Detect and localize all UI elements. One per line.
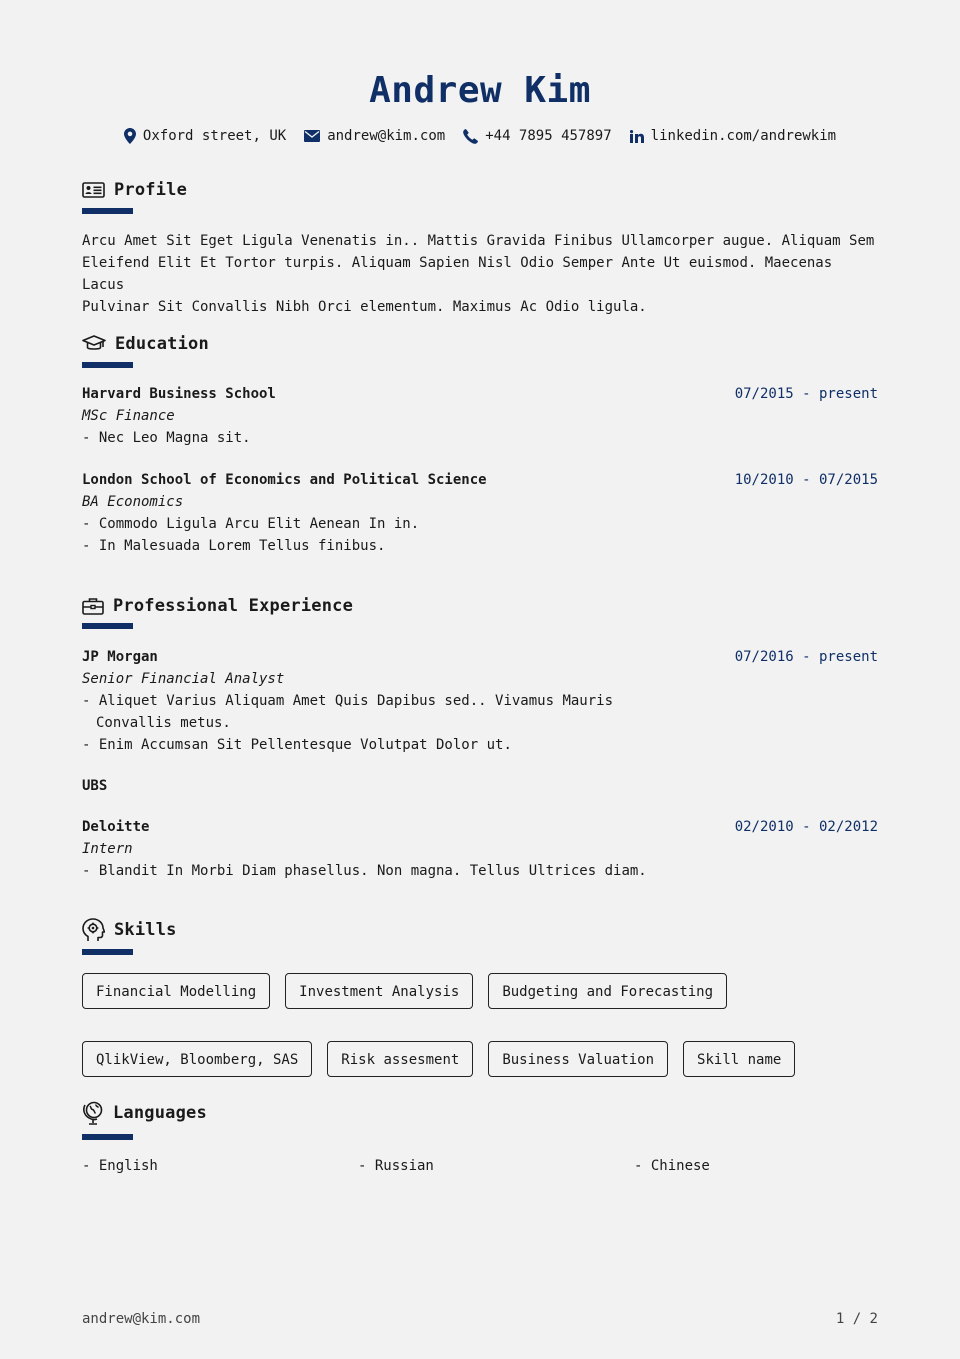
page-number: 1 / 2 [835, 1311, 878, 1327]
skill-chip: Risk assesment [327, 1041, 474, 1077]
briefcase-icon [82, 598, 104, 615]
bullet-list: Aliquet Varius Aliquam Amet Quis Dapibus… [82, 690, 878, 756]
education-section-header: Education [82, 334, 209, 354]
address-text: Oxford street, UK [142, 128, 287, 144]
degree: MSc Finance [82, 408, 175, 424]
education-entry: London School of Economics and Political… [82, 469, 878, 557]
profile-line: Arcu Amet Sit Eget Ligula Venenatis in..… [82, 233, 875, 249]
profile-section-header: Profile [82, 180, 187, 200]
education-entry: Harvard Business School 07/2015 - presen… [82, 383, 878, 449]
graduation-cap-icon [82, 335, 106, 350]
profile-text: Arcu Amet Sit Eget Ligula Venenatis in..… [82, 230, 882, 318]
bullet-item: Aliquet Varius Aliquam Amet Quis Dapibus… [82, 690, 696, 734]
skill-chip: Business Valuation [488, 1041, 669, 1077]
experience-underline [82, 623, 133, 629]
phone-icon [463, 128, 479, 144]
skill-chip: Financial Modelling [82, 973, 271, 1009]
institution-name: London School of Economics and Political… [82, 472, 487, 488]
contact-linkedin[interactable]: linkedin.com/andrewkim [629, 128, 836, 144]
contact-bar: Oxford street, UK andrew@kim.com +44 789… [0, 128, 960, 144]
languages-underline [82, 1134, 133, 1140]
bullet-list: Nec Leo Magna sit. [82, 427, 878, 449]
skills-underline [82, 949, 133, 955]
date-range: 02/2010 - 02/2012 [734, 819, 878, 835]
skill-chip: QlikView, Bloomberg, SAS [82, 1041, 313, 1077]
experience-entry: JP Morgan 07/2016 - present Senior Finan… [82, 646, 878, 756]
languages-section-header: Languages [82, 1101, 207, 1125]
contact-email[interactable]: andrew@kim.com [304, 128, 445, 144]
language-item: Chinese [634, 1155, 710, 1177]
experience-section-header: Professional Experience [82, 596, 353, 616]
languages-title: Languages [113, 1103, 207, 1123]
resume-page: Andrew Kim Oxford street, UK andrew@kim.… [0, 0, 960, 1359]
date-range: 10/2010 - 07/2015 [734, 472, 878, 488]
experience-title: Professional Experience [113, 596, 354, 616]
company-name: Deloitte [82, 819, 150, 835]
bullet-list: Blandit In Morbi Diam phasellus. Non mag… [82, 860, 878, 882]
company-name: UBS [82, 778, 108, 794]
email-text[interactable]: andrew@kim.com [327, 128, 445, 144]
language-item: English [82, 1155, 158, 1177]
skills-title: Skills [114, 920, 177, 940]
footer-email: andrew@kim.com [82, 1311, 201, 1327]
bullet-item: Enim Accumsan Sit Pellentesque Volutpat … [82, 734, 696, 756]
education-underline [82, 362, 133, 368]
head-gears-icon [82, 918, 105, 941]
bullet-item: Blandit In Morbi Diam phasellus. Non mag… [82, 860, 696, 882]
bullet-item: In Malesuada Lorem Tellus finibus. [82, 535, 696, 557]
contact-address: Oxford street, UK [123, 128, 287, 144]
experience-entry: UBS [82, 775, 878, 797]
skill-chip: Investment Analysis [285, 973, 474, 1009]
bullet-list: Commodo Ligula Arcu Elit Aenean In in. I… [82, 513, 878, 557]
profile-underline [82, 208, 133, 214]
language-item: Russian [358, 1155, 434, 1177]
bullet-item: Nec Leo Magna sit. [82, 427, 696, 449]
skill-chip: Skill name [683, 1041, 796, 1077]
date-range: 07/2015 - present [734, 386, 878, 402]
institution-name: Harvard Business School [82, 386, 276, 402]
profile-line: Eleifend Elit Et Tortor turpis. Aliquam … [82, 255, 833, 293]
experience-entry: Deloitte 02/2010 - 02/2012 Intern Blandi… [82, 816, 878, 882]
contact-phone[interactable]: +44 7895 457897 [463, 128, 612, 144]
candidate-name: Andrew Kim [369, 70, 591, 111]
skills-list: Financial Modelling Investment Analysis … [82, 973, 882, 1077]
education-title: Education [115, 334, 209, 354]
envelope-icon [304, 130, 321, 142]
job-title: Intern [82, 841, 133, 857]
id-card-icon [82, 182, 105, 198]
bullet-item: Commodo Ligula Arcu Elit Aenean In in. [82, 513, 696, 535]
linkedin-text[interactable]: linkedin.com/andrewkim [651, 128, 836, 144]
globe-icon [83, 1101, 103, 1125]
phone-text[interactable]: +44 7895 457897 [485, 128, 611, 144]
location-pin-icon [123, 128, 136, 144]
linkedin-icon [629, 129, 644, 143]
date-range: 07/2016 - present [734, 649, 878, 665]
profile-title: Profile [114, 180, 188, 200]
degree: BA Economics [82, 494, 184, 510]
skills-section-header: Skills [82, 918, 177, 942]
profile-line: Pulvinar Sit Convallis Nibh Orci element… [82, 299, 647, 315]
skill-chip: Budgeting and Forecasting [488, 973, 728, 1009]
job-title: Senior Financial Analyst [82, 671, 285, 687]
company-name: JP Morgan [82, 649, 158, 665]
